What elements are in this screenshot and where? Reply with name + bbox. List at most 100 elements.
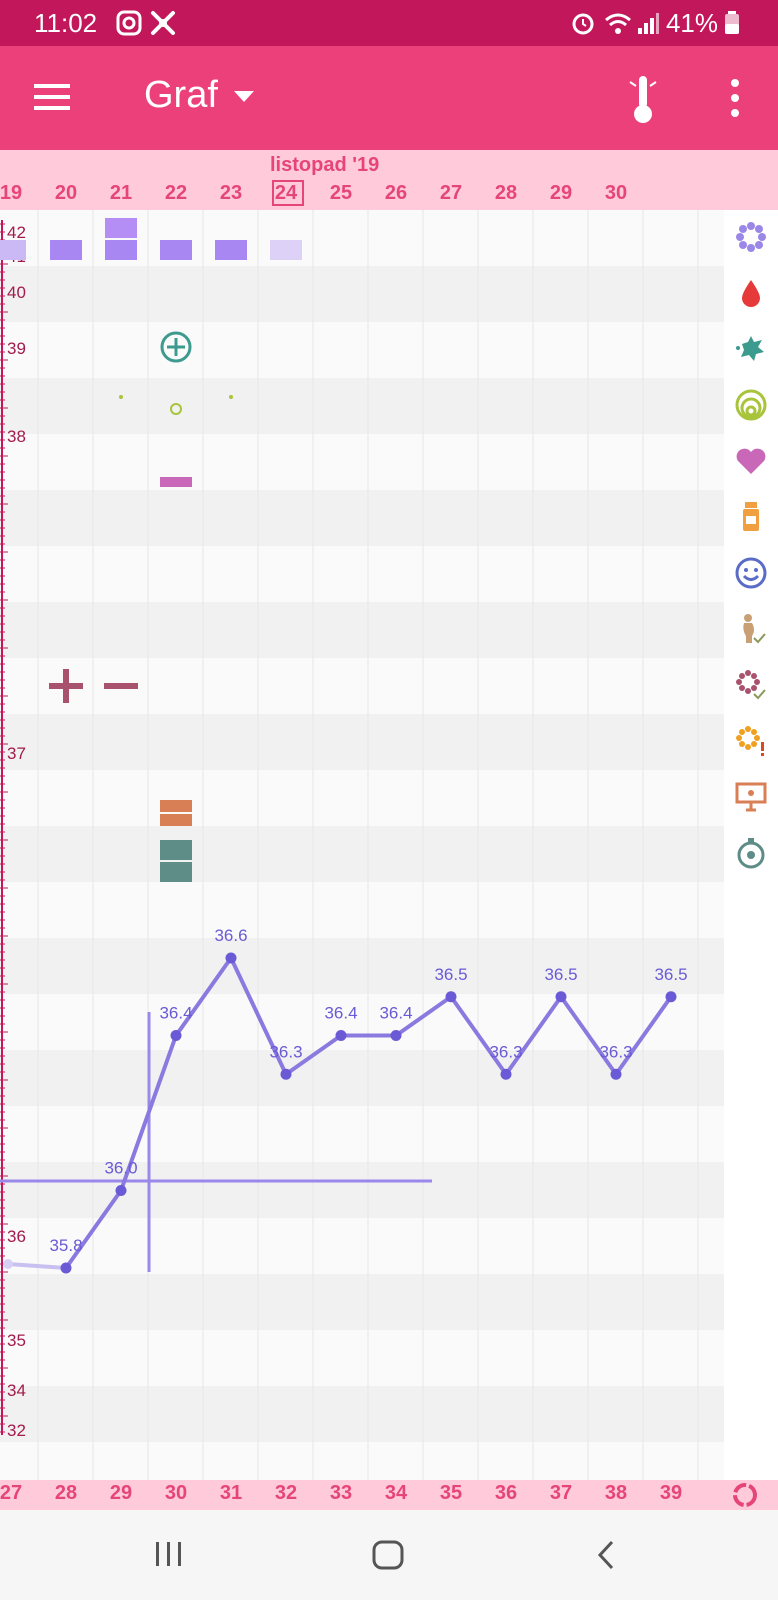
data-point[interactable] (445, 991, 457, 1003)
app-bar: Graf (0, 46, 778, 150)
cycle-day-label: 35 (439, 1482, 463, 1504)
data-point[interactable] (610, 1068, 622, 1080)
scale-label: 40 (7, 283, 26, 302)
data-point[interactable] (3, 1259, 13, 1269)
signal-icon (636, 10, 660, 41)
data-point[interactable] (170, 1030, 182, 1041)
home-button[interactable] (372, 1540, 404, 1575)
cycle-day-label: 31 (219, 1482, 243, 1504)
symptom-dot[interactable] (229, 395, 233, 399)
pregnancy-check-icon[interactable] (734, 612, 768, 646)
data-label: 36.5 (654, 965, 687, 984)
day-label[interactable]: 29 (533, 182, 589, 205)
symptom-bar[interactable] (160, 240, 192, 260)
smiley-icon[interactable] (734, 556, 768, 590)
recent-apps-button[interactable] (154, 1540, 184, 1573)
rings-icon[interactable] (734, 388, 768, 422)
cycle-day-label: 27 (0, 1482, 23, 1504)
symptom-bar[interactable] (160, 800, 192, 812)
chart-area[interactable]: 42414039383736353432 (0, 210, 724, 1498)
scale-label: 38 (7, 427, 26, 446)
data-point[interactable] (665, 991, 677, 1003)
cycle-day-label: 28 (54, 1482, 78, 1504)
data-point[interactable] (225, 952, 237, 964)
heart-icon[interactable] (734, 444, 768, 478)
battery-icon (724, 10, 740, 41)
day-label[interactable]: 26 (368, 182, 424, 205)
scale-label: 35 (7, 1331, 26, 1350)
grid-band (0, 378, 724, 434)
cycle-day-label: 34 (384, 1482, 408, 1504)
symptom-bar[interactable] (270, 240, 302, 260)
symptom-bar[interactable] (160, 840, 192, 860)
data-point[interactable] (115, 1185, 127, 1196)
day-label[interactable]: 23 (203, 182, 259, 205)
back-button[interactable] (596, 1540, 616, 1575)
splash-icon[interactable] (734, 332, 768, 366)
stopwatch-icon[interactable] (734, 836, 768, 870)
thermometer-icon[interactable] (628, 74, 658, 129)
data-point[interactable] (60, 1262, 72, 1274)
status-time: 11:02 (34, 8, 98, 38)
day-label[interactable]: 30 (588, 182, 644, 205)
data-label: 36.5 (544, 965, 577, 984)
day-label[interactable]: 19 (0, 182, 39, 205)
cycle-day-label: 33 (329, 1482, 353, 1504)
symptom-bar[interactable] (105, 218, 137, 238)
symptom-bar[interactable] (0, 240, 26, 260)
blood-drop-icon[interactable] (734, 276, 768, 310)
cycle-day-label: 32 (274, 1482, 298, 1504)
chart-svg[interactable]: 42414039383736353432 (0, 210, 724, 1498)
symptom-dot[interactable] (119, 395, 123, 399)
month-label: listopad '19 (270, 154, 380, 176)
more-options-icon[interactable] (730, 78, 740, 123)
flower-icon[interactable] (734, 220, 768, 254)
data-point[interactable] (280, 1068, 292, 1080)
cycle-day-label: 38 (604, 1482, 628, 1504)
day-label[interactable]: 21 (93, 182, 149, 205)
scale-label: 36 (7, 1227, 26, 1246)
grid-band (0, 490, 724, 546)
cycle-ring-icon[interactable] (732, 1482, 758, 1513)
day-label[interactable]: 27 (423, 182, 479, 205)
grid-band (0, 1106, 724, 1162)
data-label: 36.4 (379, 1004, 412, 1023)
scale-label: 34 (7, 1381, 26, 1400)
symptom-bar[interactable] (160, 862, 192, 882)
cycle-day-label: 30 (164, 1482, 188, 1504)
scale-label: 32 (7, 1421, 26, 1440)
data-point[interactable] (555, 991, 567, 1003)
data-label: 36.6 (214, 926, 247, 945)
cycle-day-label: 37 (549, 1482, 573, 1504)
monitor-icon[interactable] (734, 780, 768, 814)
menu-icon[interactable] (34, 82, 70, 117)
page-title[interactable]: Graf (144, 74, 218, 117)
symptom-bar[interactable] (160, 477, 192, 487)
data-label: 36.0 (104, 1159, 137, 1178)
symptom-bar[interactable] (105, 240, 137, 260)
grid-band (0, 714, 724, 770)
flower-alert-icon[interactable] (734, 724, 768, 758)
symptom-bar[interactable] (215, 240, 247, 260)
day-label[interactable]: 25 (313, 182, 369, 205)
data-point[interactable] (500, 1068, 512, 1080)
today-marker (272, 180, 304, 206)
data-point[interactable] (335, 1030, 347, 1041)
symptom-bar[interactable] (160, 814, 192, 826)
symptom-bar[interactable] (50, 240, 82, 260)
status-bar: 11:02 41% (0, 0, 778, 46)
chevron-down-icon[interactable] (234, 90, 254, 108)
grid-band (0, 1386, 724, 1442)
calendar-header: listopad '19 19 20 21 22 23 24 25 26 27 … (0, 150, 778, 210)
day-label[interactable]: 20 (38, 182, 94, 205)
day-label[interactable]: 22 (148, 182, 204, 205)
day-label[interactable]: 28 (478, 182, 534, 205)
data-point[interactable] (390, 1030, 402, 1041)
cycle-day-strip: 27 28 29 30 31 32 33 34 35 36 37 38 39 (0, 1480, 778, 1510)
pill-bottle-icon[interactable] (734, 500, 768, 534)
wifi-icon (604, 10, 632, 41)
battery-percent: 41% (665, 8, 718, 38)
scale-label: 39 (7, 339, 26, 358)
grid-band (0, 602, 724, 658)
flower-check-icon[interactable] (734, 668, 768, 702)
